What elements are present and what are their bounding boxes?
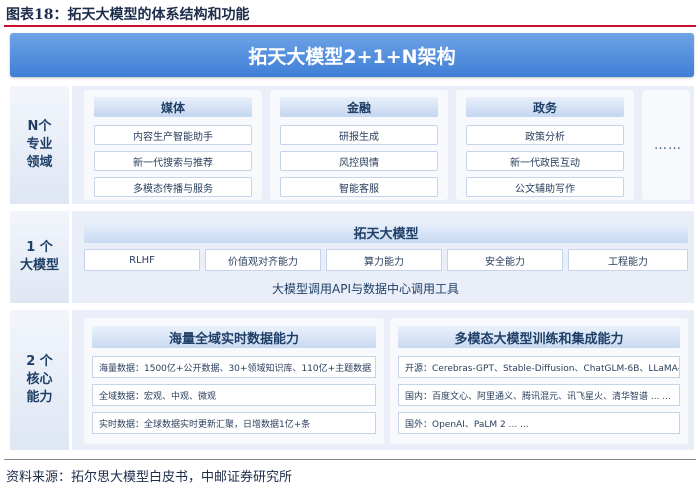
capability-pill: 算力能力 bbox=[326, 249, 442, 271]
data-capability-panel: 海量全域实时数据能力 海量数据：1500亿+公开数据、30+领域知识库、110亿… bbox=[84, 318, 384, 444]
domain-item: 风控舆情 bbox=[280, 151, 438, 171]
figure-title: 图表18：拓天大模型的体系结构和功能 bbox=[6, 7, 250, 23]
domain-item: 研报生成 bbox=[280, 125, 438, 145]
domain-card-more: …… bbox=[642, 90, 690, 200]
domain-item: 新一代政民互动 bbox=[466, 151, 624, 171]
capability-pill: 价值观对齐能力 bbox=[205, 249, 321, 271]
source-footer: 资料来源：拓尔思大模型白皮书，中邮证券研究所 bbox=[6, 470, 293, 485]
model-section: 1 个 大模型 拓天大模型 RLHF 价值观对齐能力 算力能力 安全能力 工程能… bbox=[10, 211, 694, 303]
architecture-banner: 拓天大模型2+1+N架构 bbox=[10, 33, 694, 77]
data-row: 海量数据：1500亿+公开数据、30+领域知识库、110亿+主题数据 bbox=[92, 356, 376, 378]
domain-card-media: 媒体 内容生产智能助手 新一代搜索与推荐 多模态传播与服务 bbox=[84, 90, 262, 200]
core-label: 2 个 核心 能力 bbox=[10, 310, 72, 450]
training-row: 国内：百度文心、阿里通义、腾讯混元、讯飞星火、清华智谱 ... ... bbox=[398, 384, 680, 406]
core-section: 2 个 核心 能力 海量全域实时数据能力 海量数据：1500亿+公开数据、30+… bbox=[10, 310, 694, 450]
title-rule bbox=[4, 25, 696, 27]
model-label: 1 个 大模型 bbox=[10, 211, 72, 303]
capability-pill: RLHF bbox=[84, 249, 200, 271]
data-row: 实时数据：全球数据实时更新汇聚，日增数据1亿+条 bbox=[92, 412, 376, 434]
training-capability-panel: 多模态大模型训练和集成能力 开源：Cerebras-GPT、Stable-Dif… bbox=[390, 318, 688, 444]
domain-card-finance: 金融 研报生成 风控舆情 智能客服 bbox=[270, 90, 448, 200]
data-panel-title: 海量全域实时数据能力 bbox=[92, 326, 376, 348]
training-row: 国外：OpenAI、PaLM 2 ... ... bbox=[398, 412, 680, 434]
domain-card-title: 媒体 bbox=[94, 97, 252, 117]
domain-card-title: 政务 bbox=[466, 97, 624, 117]
domain-item: 内容生产智能助手 bbox=[94, 125, 252, 145]
domains-label: N个 专业 领域 bbox=[10, 86, 72, 204]
training-panel-title: 多模态大模型训练和集成能力 bbox=[398, 326, 680, 348]
domain-item: 公文辅助写作 bbox=[466, 177, 624, 197]
domain-card-title: 金融 bbox=[280, 97, 438, 117]
domain-item: 政策分析 bbox=[466, 125, 624, 145]
domain-card-government: 政务 政策分析 新一代政民互动 公文辅助写作 bbox=[456, 90, 634, 200]
more-ellipsis: …… bbox=[654, 138, 682, 153]
domain-item: 智能客服 bbox=[280, 177, 438, 197]
capability-pill: 工程能力 bbox=[568, 249, 688, 271]
footer-rule bbox=[4, 459, 696, 460]
domain-item: 新一代搜索与推荐 bbox=[94, 151, 252, 171]
capability-pill: 安全能力 bbox=[447, 249, 563, 271]
domains-section: N个 专业 领域 媒体 内容生产智能助手 新一代搜索与推荐 多模态传播与服务 金… bbox=[10, 86, 694, 204]
tools-caption: 大模型调用API与数据中心调用工具 bbox=[272, 282, 459, 296]
model-title: 拓天大模型 bbox=[84, 221, 688, 243]
data-row: 全域数据：宏观、中观、微观 bbox=[92, 384, 376, 406]
domain-item: 多模态传播与服务 bbox=[94, 177, 252, 197]
training-row: 开源：Cerebras-GPT、Stable-Diffusion、ChatGLM… bbox=[398, 356, 680, 378]
